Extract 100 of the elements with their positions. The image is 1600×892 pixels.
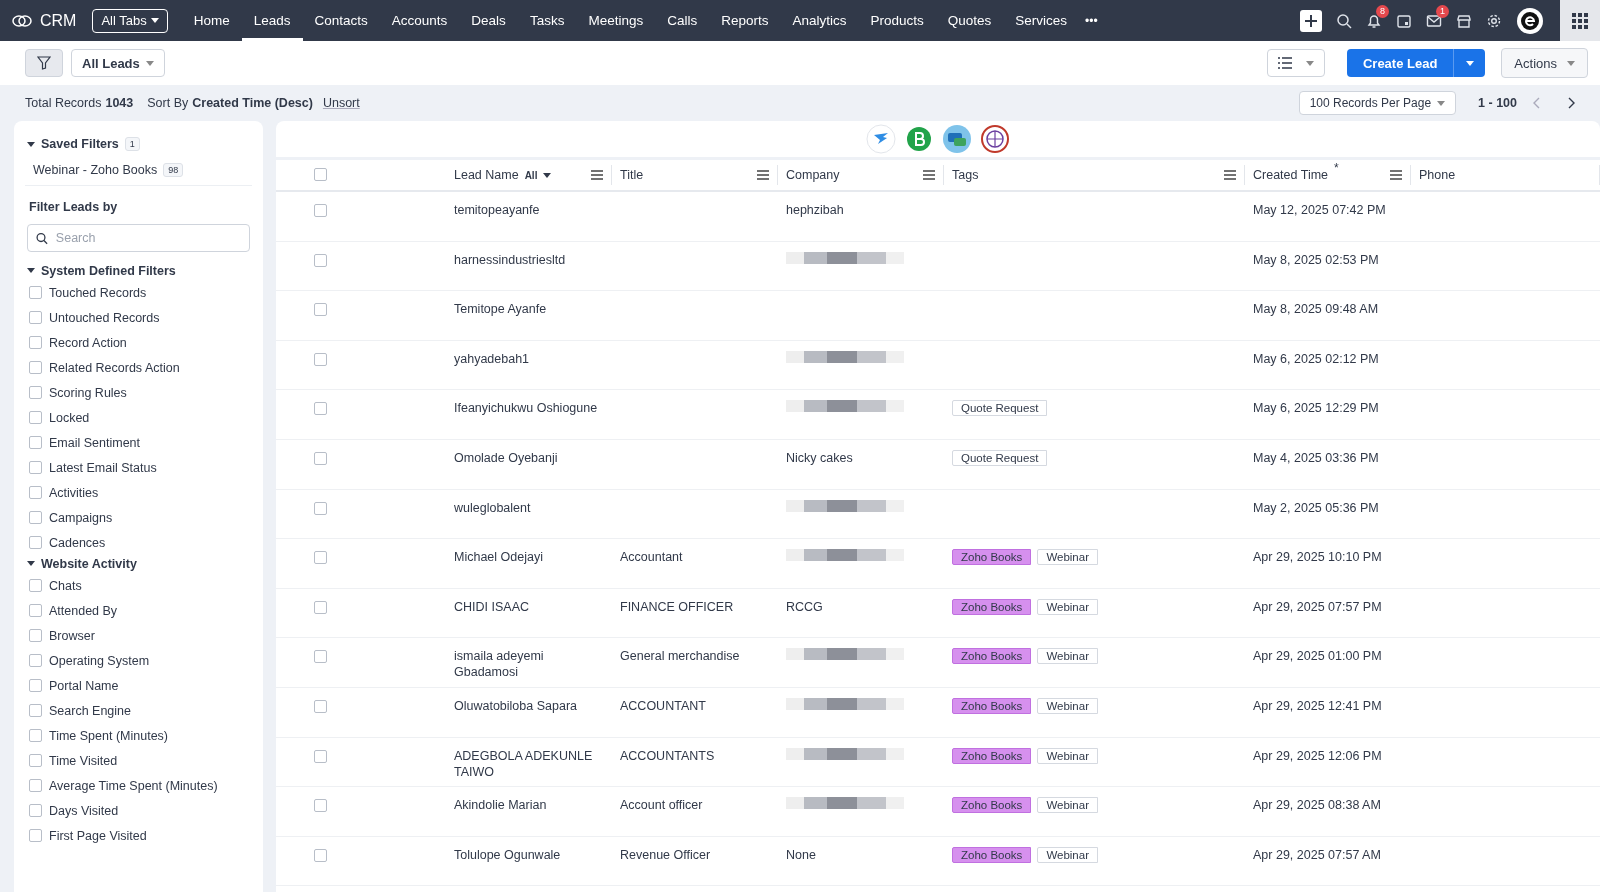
checkbox[interactable] bbox=[29, 286, 42, 299]
checkbox[interactable] bbox=[29, 511, 42, 524]
checkbox[interactable] bbox=[29, 679, 42, 692]
lead-name-cell[interactable]: ADEGBOLA ADEKUNLE TAIWO bbox=[446, 747, 612, 780]
menu-icon[interactable] bbox=[923, 170, 935, 180]
bell-icon[interactable] bbox=[1366, 12, 1382, 29]
filter-toggle-button[interactable] bbox=[25, 49, 63, 77]
checkbox[interactable] bbox=[29, 336, 42, 349]
column-header[interactable]: Lead Name All bbox=[446, 165, 612, 185]
lead-name-cell[interactable]: Temitope Ayanfe bbox=[446, 301, 612, 318]
next-page-icon[interactable] bbox=[1567, 97, 1575, 109]
nav-tab[interactable]: Accounts bbox=[379, 0, 460, 41]
checkbox[interactable] bbox=[29, 311, 42, 324]
nav-tab[interactable]: Analytics bbox=[780, 0, 859, 41]
checkbox[interactable] bbox=[29, 386, 42, 399]
list-view-dropdown[interactable] bbox=[1266, 49, 1325, 77]
checkbox[interactable] bbox=[29, 604, 42, 617]
lead-name-cell[interactable]: CHIDI ISAAC bbox=[446, 598, 612, 615]
nav-tab[interactable]: Meetings bbox=[576, 0, 656, 41]
mail-icon[interactable] bbox=[1426, 12, 1442, 29]
lead-name-cell[interactable]: Michael Odejayi bbox=[446, 549, 612, 566]
checkbox[interactable] bbox=[29, 411, 42, 424]
row-checkbox[interactable] bbox=[314, 451, 327, 465]
row-checkbox[interactable] bbox=[314, 551, 327, 565]
bird-app-icon[interactable] bbox=[866, 124, 896, 154]
nav-tab[interactable]: Products bbox=[858, 0, 936, 41]
checkbox[interactable] bbox=[29, 779, 42, 792]
lead-name-cell[interactable]: Oluwatobiloba Sapara bbox=[446, 697, 612, 714]
row-checkbox[interactable] bbox=[314, 749, 327, 763]
checkbox[interactable] bbox=[29, 579, 42, 592]
create-options-button[interactable] bbox=[1453, 49, 1486, 77]
settings-icon[interactable] bbox=[1486, 12, 1502, 29]
menu-icon[interactable] bbox=[591, 170, 603, 180]
letter-app-icon[interactable] bbox=[904, 124, 934, 154]
nav-tab[interactable]: Contacts bbox=[302, 0, 380, 41]
globe-app-icon[interactable] bbox=[980, 124, 1010, 154]
lead-name-cell[interactable]: Ifeanyichukwu Oshiogune bbox=[446, 400, 612, 417]
column-header[interactable]: Phone bbox=[1411, 165, 1600, 185]
unsort-link[interactable]: Unsort bbox=[322, 96, 360, 110]
column-header[interactable]: Created Time * bbox=[1245, 165, 1411, 185]
row-checkbox[interactable] bbox=[314, 303, 327, 317]
search-icon[interactable] bbox=[1336, 12, 1352, 29]
lead-name-cell[interactable]: temitopeayanfe bbox=[446, 202, 612, 218]
add-icon[interactable] bbox=[1300, 9, 1322, 32]
nav-tab[interactable]: Tasks bbox=[517, 0, 577, 41]
checkbox[interactable] bbox=[29, 704, 42, 717]
checkbox[interactable] bbox=[29, 461, 42, 474]
checkbox[interactable] bbox=[29, 754, 42, 767]
actions-dropdown[interactable]: Actions bbox=[1501, 48, 1588, 78]
checkbox[interactable] bbox=[29, 654, 42, 667]
lead-name-cell[interactable]: Akindolie Marian bbox=[446, 797, 612, 814]
collapse-icon[interactable] bbox=[27, 561, 35, 567]
checkbox[interactable] bbox=[29, 361, 42, 374]
nav-tab[interactable]: Quotes bbox=[935, 0, 1004, 41]
collapse-icon[interactable] bbox=[27, 268, 35, 274]
row-checkbox[interactable] bbox=[314, 699, 327, 713]
lead-name-cell[interactable]: yahyadebah1 bbox=[446, 350, 612, 367]
nav-tab[interactable]: Home bbox=[181, 0, 242, 41]
column-header[interactable]: Company bbox=[778, 165, 944, 185]
menu-icon[interactable] bbox=[1224, 170, 1236, 180]
checkbox[interactable] bbox=[29, 536, 42, 549]
nav-tab[interactable]: Calls bbox=[655, 0, 710, 41]
more-tabs-button[interactable]: ••• bbox=[1085, 13, 1098, 28]
checkbox[interactable] bbox=[29, 829, 42, 842]
row-checkbox[interactable] bbox=[314, 799, 327, 813]
nav-tab[interactable]: Deals bbox=[459, 0, 518, 41]
row-checkbox[interactable] bbox=[314, 352, 327, 366]
row-checkbox[interactable] bbox=[314, 253, 327, 267]
calendar-icon[interactable] bbox=[1396, 12, 1412, 29]
avatar-icon[interactable] bbox=[1516, 6, 1544, 35]
row-checkbox[interactable] bbox=[314, 501, 327, 515]
records-per-page-dropdown[interactable]: 100 Records Per Page bbox=[1298, 91, 1457, 115]
saved-filter-link[interactable]: Webinar - Zoho Books bbox=[33, 163, 158, 177]
previous-page-icon[interactable] bbox=[1533, 97, 1541, 109]
checkbox[interactable] bbox=[29, 629, 42, 642]
lead-name-cell[interactable]: Omolade Oyebanji bbox=[446, 449, 612, 466]
column-header[interactable]: Tags bbox=[944, 165, 1245, 185]
checkbox[interactable] bbox=[29, 486, 42, 499]
lead-name-cell[interactable]: Tolulope Ogunwale bbox=[446, 846, 612, 863]
row-checkbox[interactable] bbox=[314, 848, 327, 862]
menu-icon[interactable] bbox=[757, 170, 769, 180]
all-tabs-button[interactable]: All Tabs bbox=[92, 8, 168, 33]
nav-tab[interactable]: Reports bbox=[709, 0, 781, 41]
lead-name-cell[interactable]: harnessindustriesltd bbox=[446, 251, 612, 268]
select-all-checkbox[interactable] bbox=[314, 168, 327, 181]
search-box[interactable]: Search bbox=[27, 224, 250, 252]
row-checkbox[interactable] bbox=[314, 402, 327, 416]
apps-grid-button[interactable] bbox=[1560, 0, 1600, 41]
lead-name-cell[interactable]: wuleglobalent bbox=[446, 499, 612, 516]
view-dropdown[interactable]: All Leads bbox=[71, 49, 165, 77]
store-icon[interactable] bbox=[1456, 12, 1472, 29]
menu-icon[interactable] bbox=[1390, 170, 1402, 180]
row-checkbox[interactable] bbox=[314, 204, 327, 217]
row-checkbox[interactable] bbox=[314, 650, 327, 664]
nav-tab[interactable]: Services bbox=[1003, 0, 1080, 41]
checkbox[interactable] bbox=[29, 804, 42, 817]
lead-name-cell[interactable]: ismaila adeyemi Gbadamosi bbox=[446, 648, 612, 681]
checkbox[interactable] bbox=[29, 436, 42, 449]
column-header[interactable]: Title bbox=[612, 165, 778, 185]
create-lead-button[interactable]: Create Lead bbox=[1346, 49, 1454, 77]
